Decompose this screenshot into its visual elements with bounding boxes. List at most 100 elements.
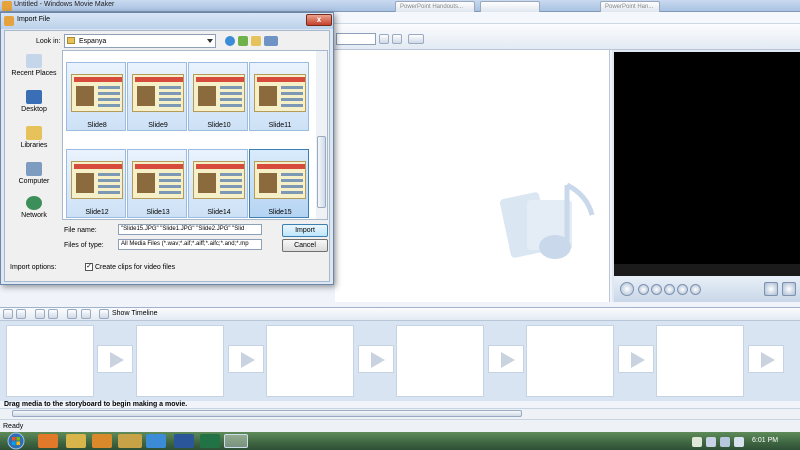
slide-preview: [254, 161, 306, 199]
status-text: Ready: [3, 423, 24, 430]
dialog-title: Import File: [17, 16, 51, 23]
slide-preview: [132, 74, 184, 112]
rename-button[interactable]: [392, 34, 402, 44]
chrome-icon[interactable]: [118, 434, 142, 448]
up-button[interactable]: [379, 34, 389, 44]
file-label: Slide8: [87, 122, 107, 129]
word-icon[interactable]: [174, 434, 194, 448]
movie-maker-taskbar-icon[interactable]: [224, 434, 248, 448]
close-button[interactable]: x: [306, 14, 332, 26]
background-tab[interactable]: [480, 1, 540, 12]
transition-cell[interactable]: [618, 345, 654, 373]
snapshot-icon[interactable]: [782, 282, 796, 296]
look-in-select[interactable]: Espanya: [64, 34, 216, 48]
places-bar: Recent Places Desktop Libraries Computer…: [6, 50, 62, 220]
play-icon[interactable]: [620, 282, 634, 296]
firefox-icon[interactable]: [38, 434, 58, 448]
storyboard-cell[interactable]: [266, 325, 354, 397]
next-frame-icon[interactable]: [690, 284, 701, 295]
place-label: Recent Places: [11, 70, 57, 77]
forward-icon[interactable]: [677, 284, 688, 295]
transition-cell[interactable]: [748, 345, 784, 373]
show-timeline-button[interactable]: Show Timeline: [112, 310, 158, 317]
up-folder-icon[interactable]: [238, 36, 248, 46]
file-thumbnail[interactable]: Slide8: [66, 62, 126, 131]
volume-icon[interactable]: [734, 437, 744, 447]
zoom-in-icon[interactable]: [35, 309, 45, 319]
file-label: Slide15: [268, 209, 292, 216]
background-tab[interactable]: PowerPoint Handouts...: [395, 1, 475, 12]
place-desktop[interactable]: Desktop: [6, 90, 62, 113]
back-icon[interactable]: [225, 36, 235, 46]
cancel-button[interactable]: Cancel: [282, 239, 328, 252]
storyboard-cell[interactable]: [396, 325, 484, 397]
network-icon[interactable]: [720, 437, 730, 447]
file-thumbnail[interactable]: Slide10: [188, 62, 248, 131]
playback-controls: [614, 276, 800, 302]
storyboard-cell[interactable]: [136, 325, 224, 397]
place-recent-places[interactable]: Recent Places: [6, 54, 62, 77]
place-computer[interactable]: Computer: [6, 162, 62, 185]
libraries-icon: [26, 126, 42, 140]
background-tabs: PowerPoint Handouts... PowerPoint Han...: [335, 0, 800, 12]
dialog-icon: [4, 16, 14, 26]
file-thumbnail[interactable]: Slide13: [127, 149, 187, 218]
excel-icon[interactable]: [200, 434, 220, 448]
storyboard-cell[interactable]: [526, 325, 614, 397]
place-network[interactable]: Network: [6, 196, 62, 219]
place-libraries[interactable]: Libraries: [6, 126, 62, 149]
file-name-input[interactable]: "Slide15.JPG" "Slide1.JPG" "Slide2.JPG" …: [118, 224, 262, 235]
dialog-title-bar: Import File: [1, 13, 333, 29]
seek-bar[interactable]: [614, 264, 800, 276]
rewind-storyboard-icon[interactable]: [67, 309, 77, 319]
rewind-icon[interactable]: [664, 284, 675, 295]
action-center-icon[interactable]: [706, 437, 716, 447]
look-in-value: Espanya: [79, 38, 107, 45]
files-of-type-select[interactable]: All Media Files (*.wav;*.aif;*.aiff;*.ai…: [118, 239, 262, 250]
transition-cell[interactable]: [488, 345, 524, 373]
new-folder-icon[interactable]: [251, 36, 261, 46]
preview-screen: [614, 52, 800, 264]
split-clip-icon[interactable]: [764, 282, 778, 296]
storyboard-cell[interactable]: [656, 325, 744, 397]
files-of-type-label: Files of type:: [64, 242, 104, 249]
storyboard-cell[interactable]: [6, 325, 94, 397]
background-tab[interactable]: PowerPoint Han...: [600, 1, 660, 12]
file-thumbnail[interactable]: Slide14: [188, 149, 248, 218]
views-menu-icon[interactable]: [264, 36, 278, 46]
transition-cell[interactable]: [97, 345, 133, 373]
set-audio-levels-icon[interactable]: [3, 309, 13, 319]
slide-preview: [132, 161, 184, 199]
play-storyboard-icon[interactable]: [81, 309, 91, 319]
timeline-icon[interactable]: [99, 309, 109, 319]
file-explorer-icon[interactable]: [66, 434, 86, 448]
storyboard[interactable]: [0, 321, 800, 401]
start-button-icon[interactable]: [2, 432, 28, 450]
file-thumbnail[interactable]: Slide11: [249, 62, 309, 131]
narrate-icon[interactable]: [16, 309, 26, 319]
stop-icon[interactable]: [638, 284, 649, 295]
create-clips-checkbox[interactable]: ✓: [85, 263, 93, 271]
transition-cell[interactable]: [228, 345, 264, 373]
file-list-scroll-thumb[interactable]: [317, 136, 326, 208]
previous-frame-icon[interactable]: [651, 284, 662, 295]
view-button[interactable]: [408, 34, 424, 44]
film-music-watermark-icon: [499, 182, 595, 259]
transition-cell[interactable]: [358, 345, 394, 373]
import-button[interactable]: Import: [282, 224, 328, 237]
media-player-icon[interactable]: [92, 434, 112, 448]
storyboard-scroll-thumb[interactable]: [12, 410, 522, 417]
clock[interactable]: 6:01 PM: [752, 437, 778, 444]
zoom-out-icon[interactable]: [48, 309, 58, 319]
file-thumbnail-selected[interactable]: Slide15: [249, 149, 309, 218]
notification-arrow-icon[interactable]: [692, 437, 702, 447]
file-label: Slide9: [148, 122, 168, 129]
place-label: Computer: [18, 178, 50, 185]
import-options-label: Import options:: [10, 264, 57, 271]
file-thumbnail[interactable]: Slide9: [127, 62, 187, 131]
toolbar-combo[interactable]: [336, 33, 376, 45]
file-thumbnail[interactable]: Slide12: [66, 149, 126, 218]
internet-explorer-icon[interactable]: [146, 434, 166, 448]
window-title: Untitled - Windows Movie Maker: [14, 1, 115, 8]
slide-preview: [193, 161, 245, 199]
